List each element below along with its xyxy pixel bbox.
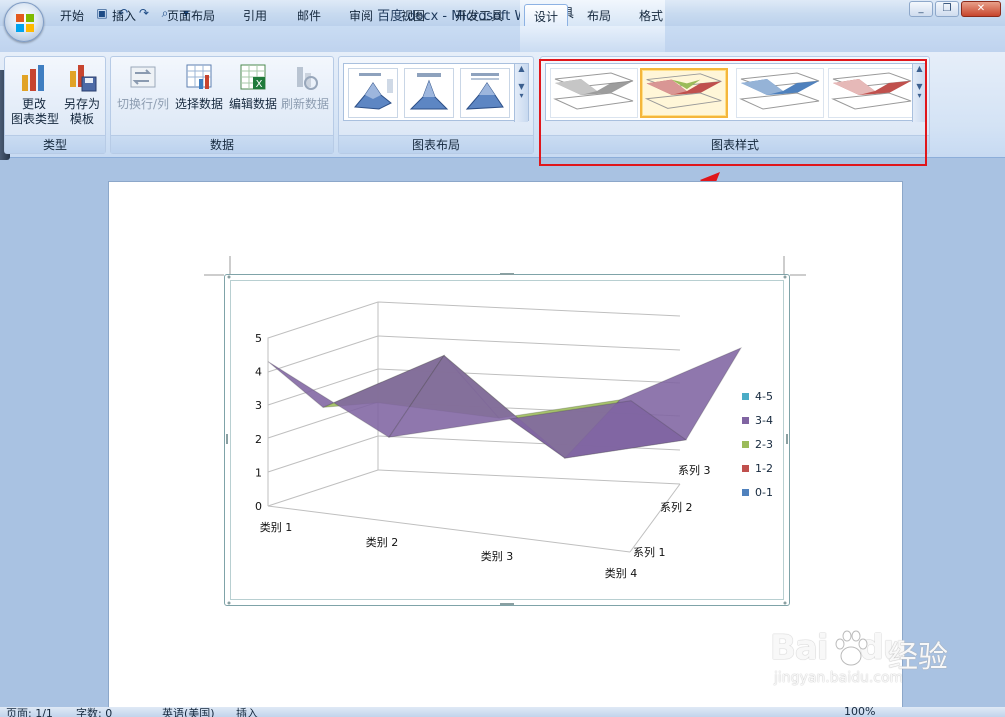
group-type: 更改 图表类型 另存为 模板 类型 xyxy=(4,56,106,154)
office-logo-icon xyxy=(16,14,34,32)
tab-view[interactable]: 视图 xyxy=(392,4,434,26)
restore-icon[interactable]: ❐ xyxy=(935,1,959,17)
legend-label: 1-2 xyxy=(755,461,773,475)
close-icon[interactable]: ✕ xyxy=(961,1,1001,17)
office-button[interactable] xyxy=(4,2,44,42)
baidu-paw-icon xyxy=(835,630,868,666)
save-as-template-button[interactable]: 另存为 模板 xyxy=(59,59,105,127)
tab-page-layout[interactable]: 页面布局 xyxy=(158,4,224,26)
legend-label: 4-5 xyxy=(755,389,773,403)
edit-data-button[interactable]: X 编辑数据 xyxy=(227,59,279,112)
group-label-data: 数据 xyxy=(111,135,333,153)
chart-layout-gallery: ▲ ▼ ▾ xyxy=(343,63,529,122)
legend-item[interactable]: 4-5 xyxy=(742,384,773,408)
tab-format[interactable]: 格式 xyxy=(630,4,672,26)
legend-item[interactable]: 2-3 xyxy=(742,432,773,456)
legend-swatch xyxy=(742,464,749,472)
ribbon-tabs xyxy=(0,26,1005,52)
layout-3-icon xyxy=(465,73,504,110)
legend-swatch xyxy=(742,416,749,424)
chart-type-icon xyxy=(22,65,44,91)
tab-review[interactable]: 审阅 xyxy=(340,4,382,26)
legend-label: 2-3 xyxy=(755,437,773,451)
chart-layout-2-thumb[interactable] xyxy=(404,68,454,118)
group-data: 切换行/列 选择数据 X 编辑数据 刷新数据 数据 xyxy=(110,56,334,154)
refresh-data-button[interactable]: 刷新数据 xyxy=(279,59,331,112)
chart-layout-1-thumb[interactable] xyxy=(348,68,398,118)
layout-gallery-scroll[interactable]: ▲ ▼ ▾ xyxy=(514,64,528,122)
tab-home[interactable]: 开始 xyxy=(50,4,94,26)
status-page[interactable]: 页面: 1/1 xyxy=(6,707,53,717)
tab-design[interactable]: 设计 xyxy=(524,4,568,26)
switch-row-column-button[interactable]: 切换行/列 xyxy=(115,59,171,112)
status-insert-mode[interactable]: 插入 xyxy=(236,707,258,717)
status-bar: 页面: 1/1 字数: 0 英语(美国) 插入 100% xyxy=(0,707,1005,717)
tab-insert[interactable]: 插入 xyxy=(104,4,144,26)
legend-item[interactable]: 0-1 xyxy=(742,480,773,504)
chart-layout-3-thumb[interactable] xyxy=(460,68,510,118)
edit-data-icon: X xyxy=(240,64,266,90)
switch-row-column-icon xyxy=(130,66,156,88)
highlight-box xyxy=(539,59,927,166)
chart-area[interactable] xyxy=(230,280,784,600)
chart-tools-strip xyxy=(520,26,665,52)
legend-item[interactable]: 3-4 xyxy=(742,408,773,432)
window-controls: _ ❐ ✕ xyxy=(909,1,1001,17)
tab-references[interactable]: 引用 xyxy=(234,4,276,26)
legend-item[interactable]: 1-2 xyxy=(742,456,773,480)
group-label-type: 类型 xyxy=(5,135,105,153)
select-data-button[interactable]: 选择数据 xyxy=(173,59,225,112)
group-chart-layouts: ▲ ▼ ▾ 图表布局 xyxy=(338,56,534,154)
status-zoom[interactable]: 100% xyxy=(844,707,875,717)
status-words[interactable]: 字数: 0 xyxy=(76,707,112,717)
tab-layout[interactable]: 布局 xyxy=(578,4,620,26)
legend-swatch xyxy=(742,440,749,448)
layout-1-icon xyxy=(354,73,393,110)
change-chart-type-button[interactable]: 更改 图表类型 xyxy=(11,59,59,127)
baidu-jingyan-watermark: Bai du 经验 jingyan.baidu.com xyxy=(770,628,948,686)
svg-text:X: X xyxy=(256,79,263,90)
legend-swatch xyxy=(742,488,749,496)
legend-label: 3-4 xyxy=(755,413,773,427)
save-template-icon xyxy=(70,65,97,92)
tab-mailings[interactable]: 邮件 xyxy=(288,4,330,26)
chart-legend[interactable]: 4-5 3-4 2-3 1-2 0-1 xyxy=(742,384,773,504)
layout-2-icon xyxy=(409,73,449,110)
refresh-data-icon xyxy=(297,67,318,90)
select-data-icon xyxy=(186,64,212,89)
status-language[interactable]: 英语(美国) xyxy=(162,707,215,717)
tab-developer[interactable]: 开发工具 xyxy=(446,4,512,26)
minimize-icon[interactable]: _ xyxy=(909,1,933,17)
legend-label: 0-1 xyxy=(755,485,773,499)
legend-swatch xyxy=(742,392,749,400)
group-label-chart-layouts: 图表布局 xyxy=(339,135,533,153)
